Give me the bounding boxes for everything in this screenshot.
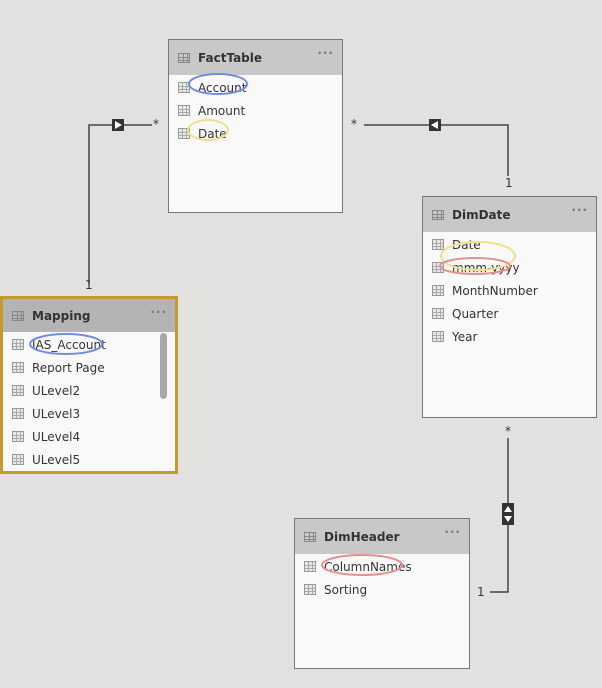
column-name: Amount — [198, 103, 246, 118]
column-name: IAS_Account — [32, 337, 106, 352]
arrow-left-icon[interactable] — [429, 119, 441, 131]
scrollbar[interactable] — [160, 333, 167, 399]
table-icon — [178, 52, 190, 63]
table-header[interactable]: DimDate ··· — [423, 197, 596, 232]
table-dimheader[interactable]: DimHeader ··· ColumnNames Sorting — [294, 518, 470, 669]
column-name: ULevel5 — [32, 452, 81, 467]
table-name: DimDate — [452, 207, 511, 222]
column-item[interactable]: Date — [169, 122, 342, 145]
column-icon — [12, 362, 24, 373]
table-header[interactable]: Mapping ··· — [3, 299, 175, 332]
column-icon — [178, 128, 190, 139]
column-item[interactable]: MonthNumber — [423, 279, 596, 302]
column-item[interactable]: Sorting — [295, 578, 469, 601]
table-name: Mapping — [32, 308, 91, 323]
column-item[interactable]: Date — [423, 233, 596, 256]
more-options-icon[interactable]: ··· — [150, 305, 167, 319]
column-item[interactable]: ULevel4 — [3, 425, 175, 448]
column-icon — [304, 561, 316, 572]
cardinality-many: * — [153, 117, 159, 131]
column-name: ULevel3 — [32, 406, 81, 421]
column-item[interactable]: ULevel2 — [3, 379, 175, 402]
table-icon — [304, 531, 316, 542]
table-icon — [432, 209, 444, 220]
column-item[interactable]: Report Page — [3, 356, 175, 379]
column-item[interactable]: Quarter — [423, 302, 596, 325]
column-name: ULevel4 — [32, 429, 81, 444]
more-options-icon[interactable]: ··· — [444, 525, 461, 539]
arrow-both-icon[interactable] — [502, 503, 514, 525]
line-fact-mapping — [88, 124, 152, 284]
column-item[interactable]: Account — [169, 76, 342, 99]
table-name: DimHeader — [324, 529, 400, 544]
column-icon — [432, 308, 444, 319]
cardinality-one: 1 — [477, 585, 485, 599]
column-item[interactable]: ULevel5 — [3, 448, 175, 471]
cardinality-many: * — [351, 117, 357, 131]
column-name: Account — [198, 80, 247, 95]
column-item[interactable]: Amount — [169, 99, 342, 122]
more-options-icon[interactable]: ··· — [317, 46, 334, 60]
column-icon — [178, 82, 190, 93]
column-icon — [304, 584, 316, 595]
column-icon — [12, 454, 24, 465]
line-fact-dimdate — [364, 124, 509, 176]
column-name: Quarter — [452, 306, 499, 321]
table-header[interactable]: FactTable ··· — [169, 40, 342, 75]
column-name: MonthNumber — [452, 283, 538, 298]
column-name: mmm-yyyy — [452, 260, 520, 275]
column-icon — [12, 339, 24, 350]
cardinality-one: 1 — [85, 278, 93, 292]
table-header[interactable]: DimHeader ··· — [295, 519, 469, 554]
column-name: Year — [452, 329, 478, 344]
table-mapping[interactable]: Mapping ··· IAS_Account Report Page ULevel2… — [0, 296, 178, 474]
column-item[interactable]: mmm-yyyy — [423, 256, 596, 279]
column-icon — [12, 431, 24, 442]
column-name: Date — [198, 126, 227, 141]
column-item[interactable]: ColumnNames — [295, 555, 469, 578]
column-item[interactable]: Year — [423, 325, 596, 348]
column-name: Sorting — [324, 582, 368, 597]
table-dimdate[interactable]: DimDate ··· Date mmm-yyyy MonthNumber Quarte… — [422, 196, 597, 418]
column-icon — [12, 385, 24, 396]
column-icon — [432, 262, 444, 273]
table-icon — [12, 310, 24, 321]
arrow-right-icon[interactable] — [112, 119, 124, 131]
table-name: FactTable — [198, 50, 263, 65]
column-name: Report Page — [32, 360, 105, 375]
column-icon — [12, 408, 24, 419]
more-options-icon[interactable]: ··· — [571, 203, 588, 217]
column-icon — [432, 285, 444, 296]
column-name: ColumnNames — [324, 559, 412, 574]
column-icon — [432, 239, 444, 250]
column-icon — [178, 105, 190, 116]
cardinality-one: 1 — [505, 176, 513, 190]
column-name: Date — [452, 237, 481, 252]
column-name: ULevel2 — [32, 383, 81, 398]
cardinality-many: * — [505, 424, 511, 438]
column-item[interactable]: ULevel3 — [3, 402, 175, 425]
table-facttable[interactable]: FactTable ··· Account Amount Date — [168, 39, 343, 213]
column-icon — [432, 331, 444, 342]
column-item[interactable]: IAS_Account — [3, 333, 175, 356]
